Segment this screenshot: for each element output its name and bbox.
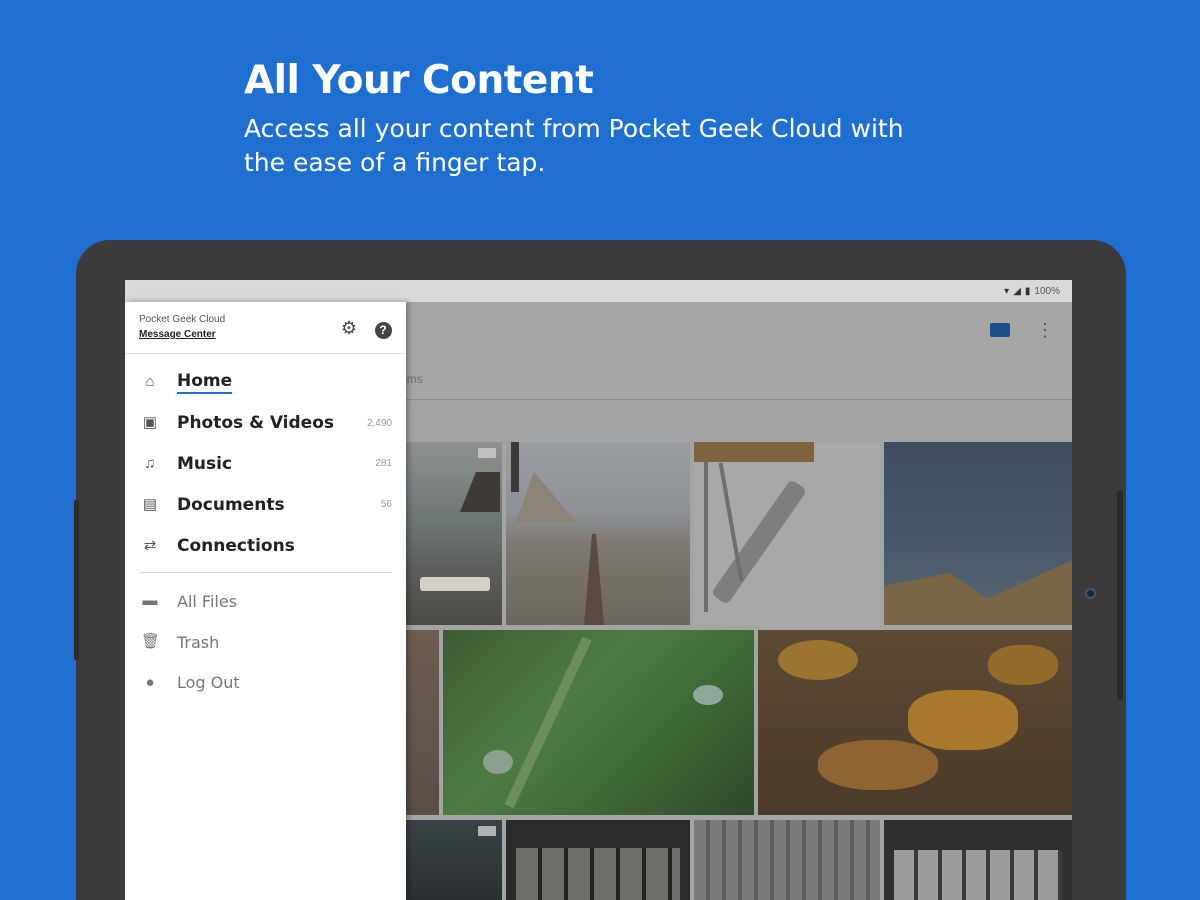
- tablet-side-button: [1117, 490, 1123, 700]
- battery-level: 100%: [1034, 285, 1060, 297]
- nav-item-label: Music: [177, 453, 233, 474]
- nav-item-label: Log Out: [177, 673, 240, 693]
- help-icon[interactable]: ?: [373, 318, 393, 339]
- photo-tile-interior[interactable]: [884, 820, 1072, 900]
- nav-item-all-files[interactable]: ▬ All Files: [125, 581, 406, 622]
- video-icon: [478, 448, 496, 458]
- nav-item-label: Trash: [177, 632, 220, 652]
- home-icon: ⌂: [145, 373, 155, 391]
- tablet-screen: ▾ ◢ ▮ 100% ⋮ ums Pocket Geek Cloud Messa…: [125, 280, 1072, 900]
- photo-tile-window[interactable]: [506, 820, 690, 900]
- nav-item-connections[interactable]: ⇄ Connections: [125, 525, 406, 566]
- nav-divider: [139, 571, 392, 573]
- nav-item-music[interactable]: ♫ Music 281: [125, 444, 406, 485]
- more-options-icon[interactable]: ⋮: [1033, 318, 1057, 342]
- nav-item-log-out[interactable]: ● Log Out: [125, 663, 406, 704]
- nav-item-label: Documents: [177, 494, 285, 515]
- nav-item-photos-videos[interactable]: ▣ Photos & Videos 2,490: [125, 403, 406, 444]
- photo-tile-autumn-leaves[interactable]: [758, 630, 1072, 815]
- folder-icon: ▬: [142, 592, 158, 610]
- logout-icon: ●: [145, 673, 155, 691]
- battery-icon: ▮: [1024, 285, 1031, 297]
- nav-item-count: 281: [375, 458, 392, 470]
- photo-tile-skateboard[interactable]: [694, 442, 880, 625]
- promo-headline: All Your Content: [244, 58, 594, 103]
- nav-item-label: Connections: [177, 535, 295, 556]
- nav-item-documents[interactable]: ▤ Documents 56: [125, 484, 406, 525]
- photo-tile-railway[interactable]: [506, 442, 690, 625]
- drawer-nav: ⌂ Home ▣ Photos & Videos 2,490 ♫ Music 2…: [125, 362, 406, 703]
- tablet-side-button: [74, 500, 79, 660]
- nav-item-label: Photos & Videos: [177, 413, 335, 434]
- trash-icon: 🗑: [141, 633, 161, 651]
- photo-tile-leaf[interactable]: [443, 630, 754, 815]
- nav-item-count: 56: [380, 499, 392, 511]
- wifi-icon: ▾: [1004, 285, 1010, 297]
- nav-item-trash[interactable]: 🗑 Trash: [125, 622, 406, 663]
- photo-tile-dark-plant[interactable]: [405, 820, 502, 900]
- nav-item-label: Home: [177, 371, 233, 394]
- photo-tile-boat[interactable]: [405, 442, 502, 625]
- photo-tile-sand[interactable]: [405, 630, 439, 815]
- nav-item-label: All Files: [177, 591, 238, 611]
- headphones-icon: ♫: [144, 454, 156, 472]
- brand-name: Pocket Geek Cloud: [139, 314, 226, 325]
- nav-item-home[interactable]: ⌂ Home: [125, 362, 406, 403]
- video-icon: [478, 826, 496, 836]
- camera-icon: [1085, 588, 1096, 599]
- photo-icon: ▣: [142, 414, 158, 432]
- connections-icon: ⇄: [143, 536, 157, 554]
- gear-icon[interactable]: ⚙: [339, 318, 359, 338]
- message-center-link[interactable]: Message Center: [139, 329, 216, 340]
- signal-icon: ◢: [1013, 285, 1021, 297]
- status-bar: ▾ ◢ ▮ 100%: [125, 280, 1072, 302]
- navigation-drawer: Pocket Geek Cloud Message Center ⚙ ? ⌂ H…: [125, 302, 406, 900]
- promo-subline: Access all your content from Pocket Geek…: [244, 114, 904, 177]
- share-icon[interactable]: [986, 318, 1012, 344]
- nav-item-count: 2,490: [366, 417, 392, 429]
- drawer-header: Pocket Geek Cloud Message Center ⚙ ?: [125, 302, 406, 354]
- photo-grid: [405, 442, 1072, 900]
- photo-tile-forest[interactable]: [694, 820, 880, 900]
- document-icon: ▤: [142, 495, 158, 513]
- photo-tile-dunes[interactable]: [884, 442, 1072, 625]
